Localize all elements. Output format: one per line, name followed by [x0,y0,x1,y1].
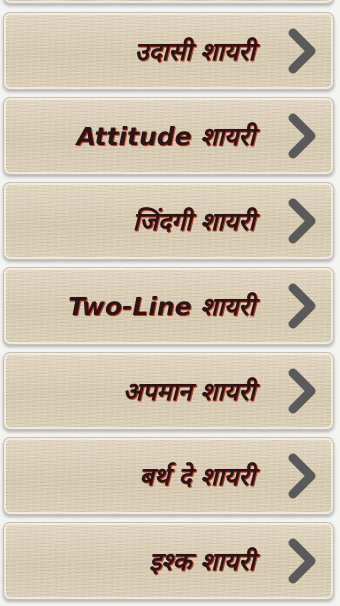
chevron-right-icon [283,27,323,75]
list-item-two-line-shayari[interactable]: Two-Line शायरी [3,267,334,345]
chevron-right-icon [283,537,323,585]
chevron-right-icon [283,197,323,245]
list-item-label: Two-Line शायरी [68,292,255,321]
list-item-label: Attitude शायरी [76,122,255,151]
list-item-udasi-shayari[interactable]: उदासी शायरी [3,12,334,90]
chevron-right-icon [283,282,323,330]
list-item-label: अपमान शायरी [123,377,255,406]
list-item-label: बर्थ दे शायरी [139,462,255,491]
chevron-right-icon [283,452,323,500]
list-item-label: जिंदगी शायरी [132,207,255,236]
partial-list-item[interactable] [3,0,334,4]
list-item-apmaan-shayari[interactable]: अपमान शायरी [3,352,334,430]
list-item-zindagi-shayari[interactable]: जिंदगी शायरी [3,182,334,260]
category-list: उदासी शायरी Attitude शायरी जिंदगी शायरी … [0,0,340,606]
chevron-right-icon [283,112,323,160]
list-item-attitude-shayari[interactable]: Attitude शायरी [3,97,334,175]
chevron-right-icon [283,367,323,415]
list-item-birthday-shayari[interactable]: बर्थ दे शायरी [3,437,334,515]
list-item-ishq-shayari[interactable]: इश्क शायरी [3,522,334,600]
list-item-label: इश्क शायरी [149,547,255,576]
list-item-label: उदासी शायरी [134,37,255,66]
